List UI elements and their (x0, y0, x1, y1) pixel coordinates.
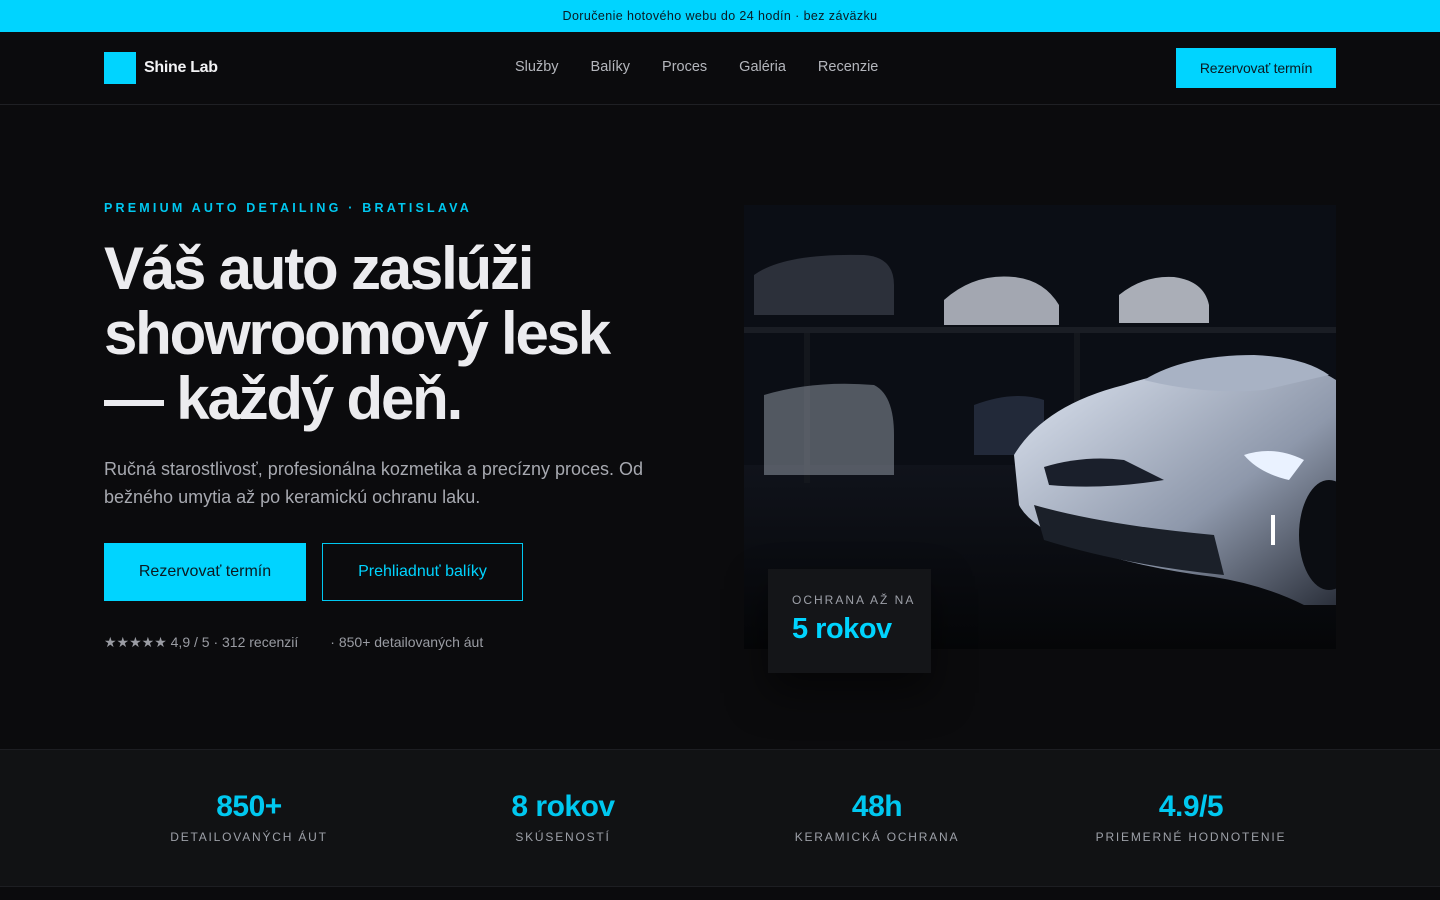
stat-experience: 8 rokov SKÚSENOSTÍ (413, 790, 713, 844)
rating-text: ★★★★★ 4,9 / 5 · 312 recenzií (104, 634, 299, 650)
view-packages-button[interactable]: Prehliadnuť balíky (322, 543, 523, 601)
stat-value: 4.9/5 (1158, 790, 1224, 823)
logo[interactable]: Shine Lab (104, 52, 218, 84)
announcement-bar: Doručenie hotového webu do 24 hodín · be… (0, 0, 1440, 32)
hero-headline: Váš auto zaslúži showroomový lesk — každ… (104, 236, 684, 431)
stats-bar: 850+ DETAILOVANÝCH ÁUT 8 rokov SKÚSENOST… (0, 749, 1440, 887)
stat-value: 850+ (216, 790, 282, 823)
badge-value: 5 rokov (792, 613, 892, 645)
stat-value: 8 rokov (511, 790, 615, 823)
nav-link-proces[interactable]: Proces (662, 59, 707, 75)
stat-label: PRIEMERNÉ HODNOTENIE (1095, 830, 1287, 844)
hero-lead: Ručná starostlivosť, profesionálna kozme… (104, 459, 643, 507)
nav-link-sluzby[interactable]: Služby (515, 59, 559, 75)
headline-line-3: — každý deň. (104, 365, 463, 432)
book-appointment-button[interactable]: Rezervovať termín (104, 543, 306, 601)
navbar: Shine Lab Služby Balíky Proces Galéria R… (0, 32, 1440, 105)
stat-rating: 4.9/5 PRIEMERNÉ HODNOTENIE (1041, 790, 1341, 844)
headline-line-2: showroomový lesk (104, 300, 611, 367)
nav-link-galeria[interactable]: Galéria (739, 59, 786, 75)
protection-badge: OCHRANA AŽ NA 5 rokov (768, 569, 931, 673)
headline-line-1: Váš auto zaslúži (104, 235, 534, 302)
social-proof: ★★★★★ 4,9 / 5 · 312 recenzií · 850+ deta… (104, 634, 483, 651)
stat-label: DETAILOVANÝCH ÁUT (170, 830, 328, 844)
main-menu: Služby Balíky Proces Galéria Recenzie (515, 59, 878, 75)
nav-link-baliky[interactable]: Balíky (591, 59, 631, 75)
brand-name: Shine Lab (144, 59, 218, 76)
announcement-text: Doručenie hotového webu do 24 hodín · be… (562, 9, 878, 23)
cars-count-text: · 850+ detailovaných áut (330, 634, 484, 650)
stat-ceramic: 48h KERAMICKÁ OCHRANA (727, 790, 1027, 844)
stat-cars: 850+ DETAILOVANÝCH ÁUT (99, 790, 399, 844)
nav-link-recenzie[interactable]: Recenzie (818, 59, 878, 75)
stat-value: 48h (851, 790, 903, 823)
badge-label: OCHRANA AŽ NA (792, 593, 916, 607)
hero-eyebrow: PREMIUM AUTO DETAILING · BRATISLAVA (104, 201, 473, 215)
logo-mark-icon (104, 52, 136, 84)
stat-label: SKÚSENOSTÍ (515, 830, 611, 844)
stat-label: KERAMICKÁ OCHRANA (794, 830, 960, 844)
nav-book-button[interactable]: Rezervovať termín (1176, 48, 1336, 88)
